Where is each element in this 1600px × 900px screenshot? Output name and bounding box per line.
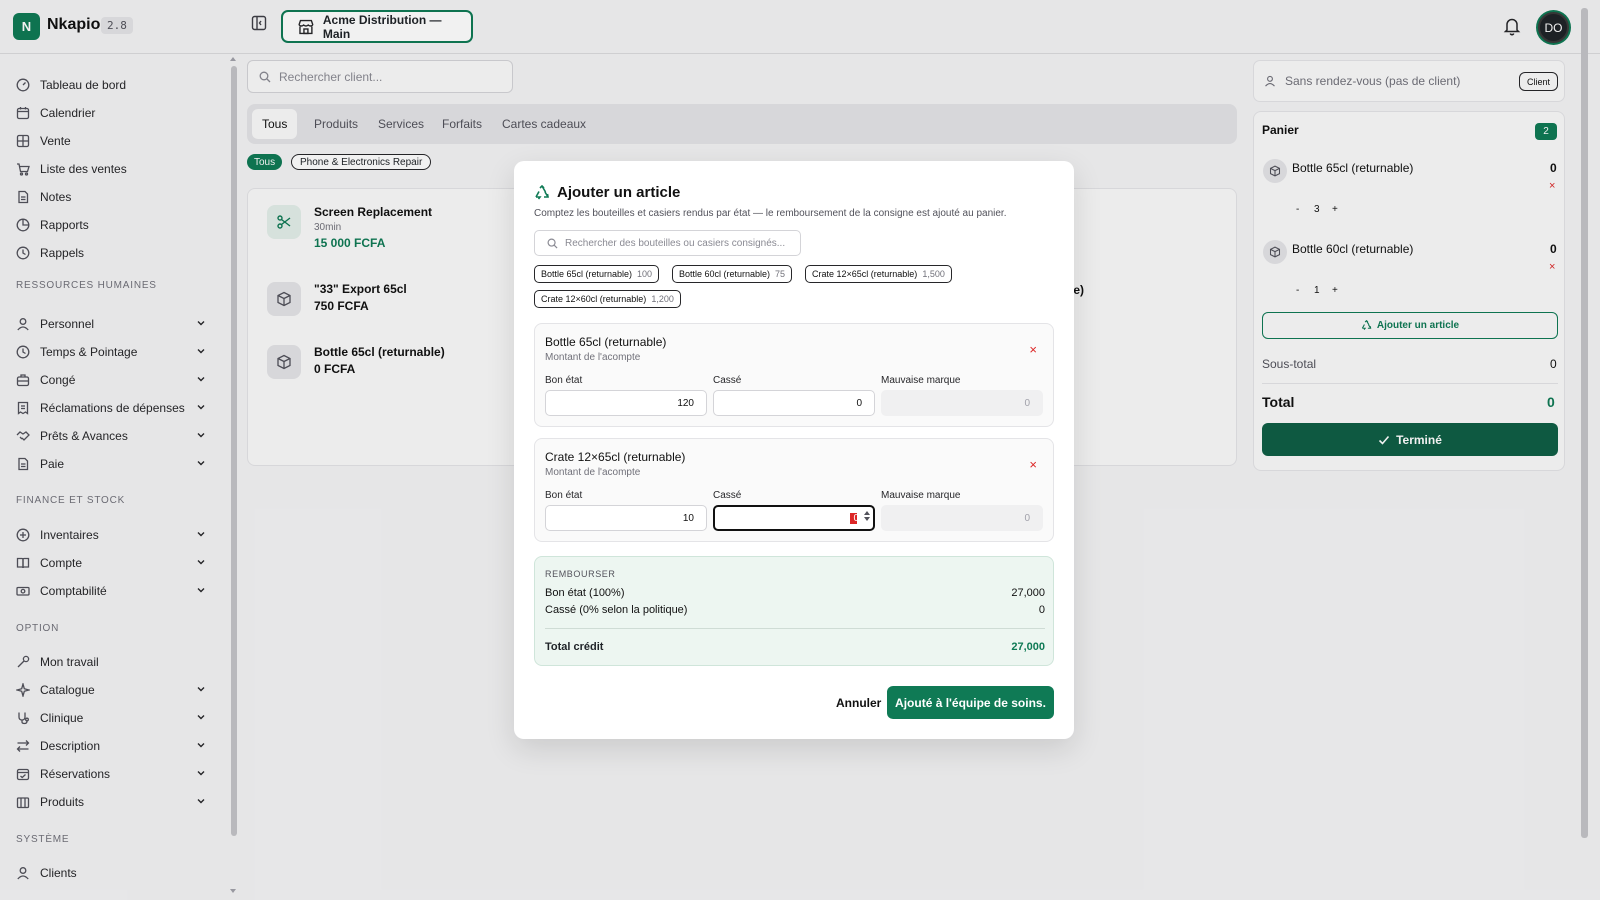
cancel-button[interactable]: Annuler: [824, 686, 893, 719]
refund-heading: REMBOURSER: [545, 569, 616, 579]
returnable-search-input[interactable]: Rechercher des bouteilles ou casiers con…: [534, 230, 801, 256]
returnable-chip[interactable]: Crate 12×60cl (returnable) 1,200: [534, 290, 681, 308]
refund-summary: REMBOURSER Bon état (100%) 27,000 Cassé …: [534, 556, 1054, 666]
number-spinner[interactable]: [864, 511, 870, 521]
broken-input[interactable]: 0: [713, 390, 875, 416]
refund-row: Bon état (100%) 27,000: [545, 587, 1045, 599]
search-icon: [547, 238, 558, 249]
good-condition-input[interactable]: 120: [545, 390, 707, 416]
broken-input-focused[interactable]: 0: [713, 505, 875, 531]
refund-row: Cassé (0% selon la politique) 0: [545, 604, 1045, 616]
remove-return-item-icon[interactable]: ×: [1029, 342, 1037, 357]
returnable-chip[interactable]: Crate 12×65cl (returnable) 1,500: [805, 265, 952, 283]
return-item-subtitle: Montant de l'acompte: [545, 467, 641, 478]
broken-label: Cassé: [713, 490, 742, 501]
returnable-chip[interactable]: Bottle 65cl (returnable) 100: [534, 265, 660, 283]
wrong-brand-input: 0: [881, 390, 1043, 416]
recycle-icon: [534, 185, 550, 201]
dialog-description: Comptez les bouteilles et casiers rendus…: [534, 208, 1007, 219]
broken-label: Cassé: [713, 375, 742, 386]
add-item-dialog: Ajouter un article Comptez les bouteille…: [514, 161, 1074, 739]
divider: [545, 628, 1045, 629]
return-item-name: Bottle 65cl (returnable): [545, 335, 667, 349]
wrong-brand-label: Mauvaise marque: [881, 490, 961, 501]
good-condition-label: Bon état: [545, 490, 583, 501]
dialog-title: Ajouter un article: [557, 184, 681, 201]
return-item-name: Crate 12×65cl (returnable): [545, 450, 686, 464]
returnable-chip[interactable]: Bottle 60cl (returnable) 75: [672, 265, 793, 283]
refund-total: Total crédit 27,000: [545, 641, 1045, 653]
remove-return-item-icon[interactable]: ×: [1029, 457, 1037, 472]
wrong-brand-label: Mauvaise marque: [881, 375, 961, 386]
return-item-subtitle: Montant de l'acompte: [545, 352, 641, 363]
confirm-add-button[interactable]: Ajouté à l'équipe de soins.: [887, 686, 1054, 719]
good-condition-label: Bon état: [545, 375, 583, 386]
good-condition-input[interactable]: 10: [545, 505, 707, 531]
return-item-card: Bottle 65cl (returnable) Montant de l'ac…: [534, 323, 1054, 427]
return-item-card: Crate 12×65cl (returnable) Montant de l'…: [534, 438, 1054, 542]
wrong-brand-input: 0: [881, 505, 1043, 531]
